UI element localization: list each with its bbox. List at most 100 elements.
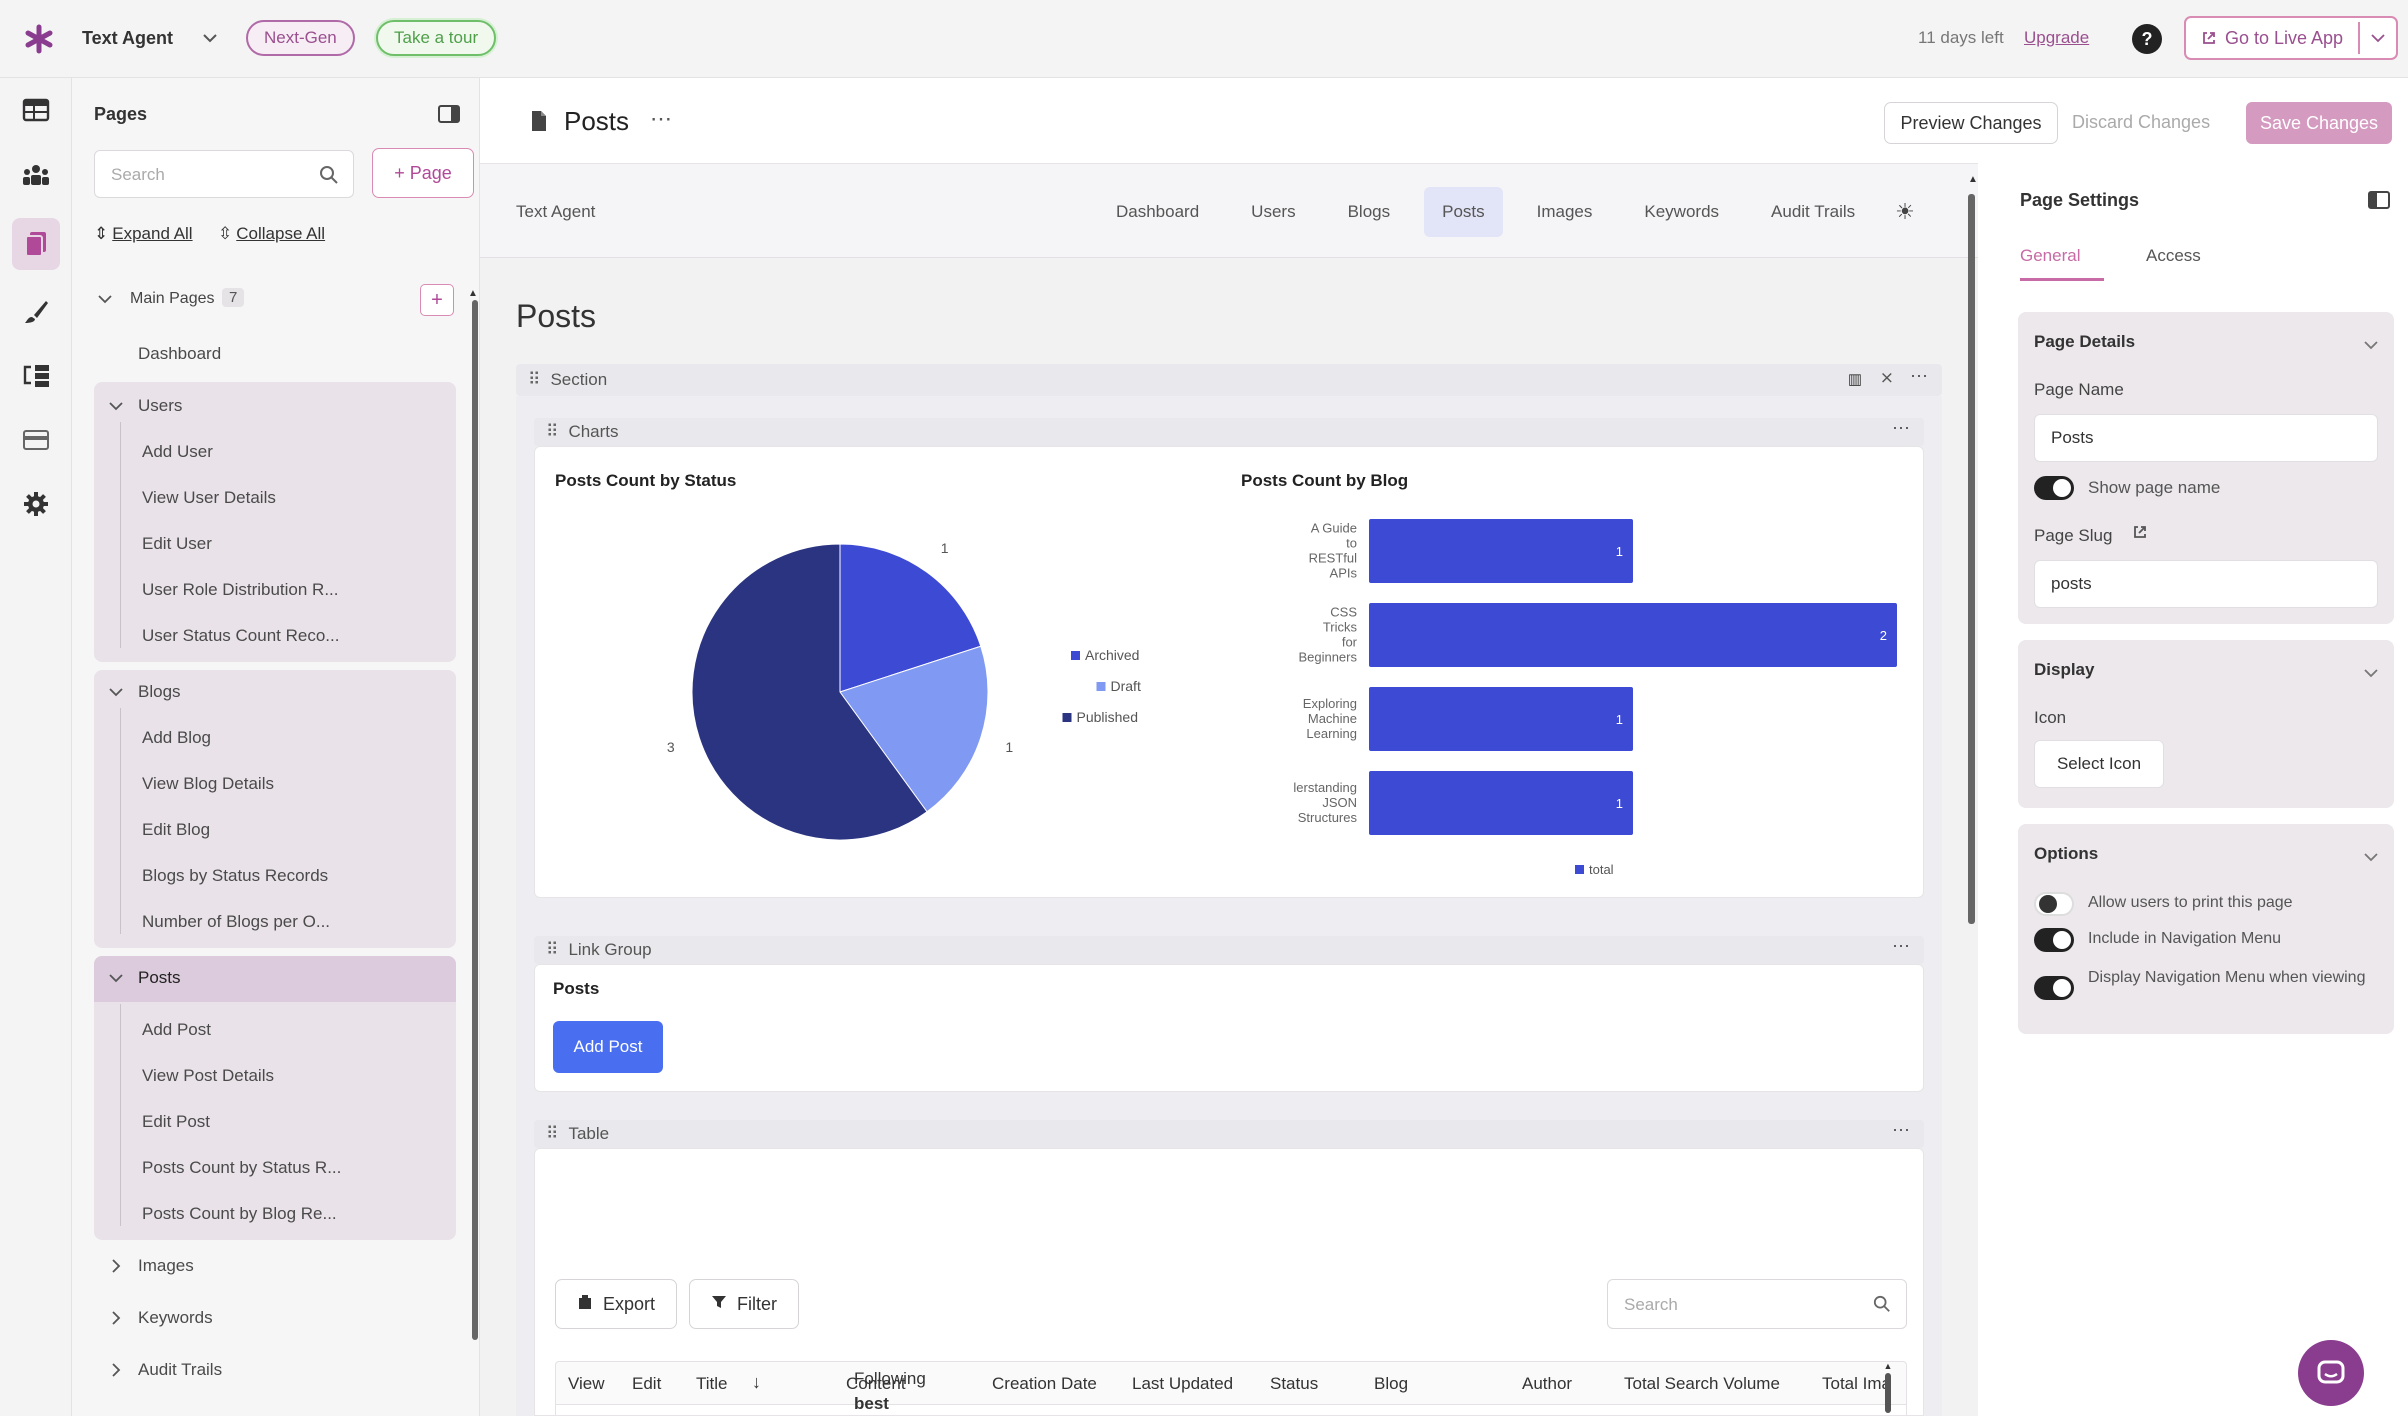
- page-slug-input[interactable]: posts: [2034, 560, 2378, 608]
- sidebar-item-user-role-distribution[interactable]: User Role Distribution R...: [142, 580, 442, 600]
- chevron-down-icon[interactable]: [198, 26, 222, 50]
- bar-2[interactable]: [1369, 603, 1897, 667]
- legend-label[interactable]: Published: [1077, 709, 1139, 725]
- nav-item-posts[interactable]: Posts: [1424, 187, 1503, 237]
- chevron-down-icon[interactable]: [2364, 846, 2378, 867]
- sidebar-item-posts-count-by-status[interactable]: Posts Count by Status R...: [142, 1158, 442, 1178]
- add-main-page-plus-icon[interactable]: +: [420, 284, 454, 316]
- add-page-button[interactable]: + Page: [372, 148, 474, 198]
- options-title[interactable]: Options: [2034, 844, 2098, 864]
- chevron-down-icon[interactable]: [106, 396, 126, 416]
- nav-item-dashboard[interactable]: Dashboard: [1090, 202, 1225, 222]
- sidebar-item-add-blog[interactable]: Add Blog: [142, 728, 442, 748]
- sidebar-item-edit-post[interactable]: Edit Post: [142, 1112, 442, 1132]
- collapse-panel-icon[interactable]: [436, 102, 462, 126]
- sidebar-item-add-user[interactable]: Add User: [142, 442, 442, 462]
- nav-item-blogs[interactable]: Blogs: [1322, 202, 1417, 222]
- tab-access[interactable]: Access: [2146, 246, 2201, 266]
- settings-gear-icon[interactable]: [14, 482, 58, 526]
- upgrade-link[interactable]: Upgrade: [2024, 28, 2089, 48]
- drag-handle-icon[interactable]: ⠿: [546, 422, 558, 442]
- sidebar-item-users[interactable]: Users: [138, 396, 182, 416]
- sidebar-item-keywords[interactable]: Keywords: [138, 1308, 213, 1328]
- columns-icon[interactable]: ▥: [1848, 370, 1862, 388]
- sidebar-item-audit-trails[interactable]: Audit Trails: [138, 1360, 222, 1380]
- tab-general[interactable]: General: [2020, 246, 2080, 266]
- chevron-down-icon[interactable]: [106, 968, 126, 988]
- column-header-view[interactable]: View: [568, 1374, 605, 1394]
- pages-search-input[interactable]: Search: [94, 150, 354, 198]
- chevron-right-icon[interactable]: [106, 1308, 126, 1328]
- users-icon[interactable]: [14, 154, 58, 198]
- sidebar-item-edit-user[interactable]: Edit User: [142, 534, 442, 554]
- live-app-dropdown-chevron-icon[interactable]: [2360, 18, 2396, 58]
- pages-scrollbar[interactable]: [472, 300, 478, 1340]
- column-header-blog[interactable]: Blog: [1374, 1374, 1408, 1394]
- editor-scrollbar[interactable]: [1968, 194, 1975, 924]
- chevron-down-icon[interactable]: [94, 288, 116, 310]
- table-icon[interactable]: [14, 88, 58, 132]
- nav-item-images[interactable]: Images: [1511, 202, 1619, 222]
- add-post-button[interactable]: Add Post: [553, 1021, 663, 1073]
- drag-handle-icon[interactable]: ⠿: [546, 1124, 558, 1144]
- nav-item-keywords[interactable]: Keywords: [1618, 202, 1745, 222]
- chevron-down-icon[interactable]: [2364, 662, 2378, 683]
- export-button[interactable]: Export: [555, 1279, 677, 1329]
- collapse-panel-icon[interactable]: [2366, 188, 2392, 212]
- more-icon[interactable]: ⋯: [1892, 1120, 1910, 1141]
- scroll-up-arrow-icon[interactable]: ▲: [468, 288, 478, 299]
- column-header-creation-date[interactable]: Creation Date: [992, 1374, 1097, 1394]
- help-icon[interactable]: ?: [2132, 24, 2162, 54]
- go-to-live-app-button[interactable]: Go to Live App: [2186, 18, 2358, 58]
- discard-changes-button[interactable]: Discard Changes: [2072, 112, 2210, 133]
- chevron-down-icon[interactable]: [106, 682, 126, 702]
- sidebar-item-edit-blog[interactable]: Edit Blog: [142, 820, 442, 840]
- allow-print-toggle[interactable]: [2034, 892, 2074, 916]
- link-group-header[interactable]: ⠿ Link Group ⋯: [534, 936, 1924, 964]
- sidebar-item-blogs[interactable]: Blogs: [138, 682, 181, 702]
- app-nav-brand[interactable]: Text Agent: [516, 202, 595, 222]
- sidebar-item-images[interactable]: Images: [138, 1256, 194, 1276]
- drag-handle-icon[interactable]: ⠿: [528, 370, 540, 390]
- sidebar-item-add-post[interactable]: Add Post: [142, 1020, 442, 1040]
- external-link-icon[interactable]: [2132, 524, 2148, 545]
- column-header-author[interactable]: Author: [1522, 1374, 1572, 1394]
- filter-button[interactable]: Filter: [689, 1279, 799, 1329]
- chevron-down-icon[interactable]: [2364, 334, 2378, 355]
- sidebar-item-posts[interactable]: Posts: [138, 968, 181, 988]
- show-page-name-toggle[interactable]: [2034, 476, 2074, 500]
- preview-changes-button[interactable]: Preview Changes: [1884, 102, 2058, 144]
- sidebar-item-blogs-by-status[interactable]: Blogs by Status Records: [142, 866, 442, 886]
- collapse-all-link[interactable]: ⇳ Collapse All: [218, 224, 325, 244]
- app-name[interactable]: Text Agent: [82, 28, 173, 49]
- next-gen-badge[interactable]: Next-Gen: [246, 20, 355, 56]
- pages-icon[interactable]: [12, 218, 60, 270]
- legend-label[interactable]: Archived: [1085, 647, 1139, 663]
- expand-all-link[interactable]: ⇕ Expand All: [94, 224, 193, 244]
- display-title[interactable]: Display: [2034, 660, 2094, 680]
- column-header-title[interactable]: Title: [696, 1374, 728, 1394]
- collapse-section-icon[interactable]: ⨯: [1880, 368, 1894, 388]
- sidebar-item-view-post-details[interactable]: View Post Details: [142, 1066, 442, 1086]
- column-header-edit[interactable]: Edit: [632, 1374, 661, 1394]
- column-header-status[interactable]: Status: [1270, 1374, 1318, 1394]
- nav-item-users[interactable]: Users: [1225, 202, 1321, 222]
- table-block-header[interactable]: ⠿ Table ⋯: [534, 1120, 1924, 1148]
- chat-support-button[interactable]: [2298, 1340, 2364, 1406]
- brush-icon[interactable]: [14, 290, 58, 334]
- legend-label[interactable]: Draft: [1111, 678, 1141, 694]
- main-pages-label[interactable]: Main Pages: [130, 290, 215, 308]
- chevron-right-icon[interactable]: [106, 1360, 126, 1380]
- sidebar-item-number-of-blogs[interactable]: Number of Blogs per O...: [142, 912, 442, 932]
- page-more-options-icon[interactable]: ⋯: [650, 106, 672, 132]
- scroll-up-arrow-icon[interactable]: ▲: [1883, 1361, 1893, 1371]
- sidebar-item-user-status-count[interactable]: User Status Count Reco...: [142, 626, 442, 646]
- app-logo-icon[interactable]: [22, 22, 56, 56]
- charts-block-header[interactable]: ⠿ Charts ⋯: [534, 418, 1924, 446]
- sidebar-item-view-user-details[interactable]: View User Details: [142, 488, 442, 508]
- sort-arrow-down-icon[interactable]: ↓: [752, 1372, 761, 1393]
- chevron-right-icon[interactable]: [106, 1256, 126, 1276]
- include-in-nav-toggle[interactable]: [2034, 928, 2074, 952]
- sidebar-item-view-blog-details[interactable]: View Blog Details: [142, 774, 442, 794]
- section-header[interactable]: ⠿ Section ▥ ⨯ ⋯: [516, 364, 1942, 396]
